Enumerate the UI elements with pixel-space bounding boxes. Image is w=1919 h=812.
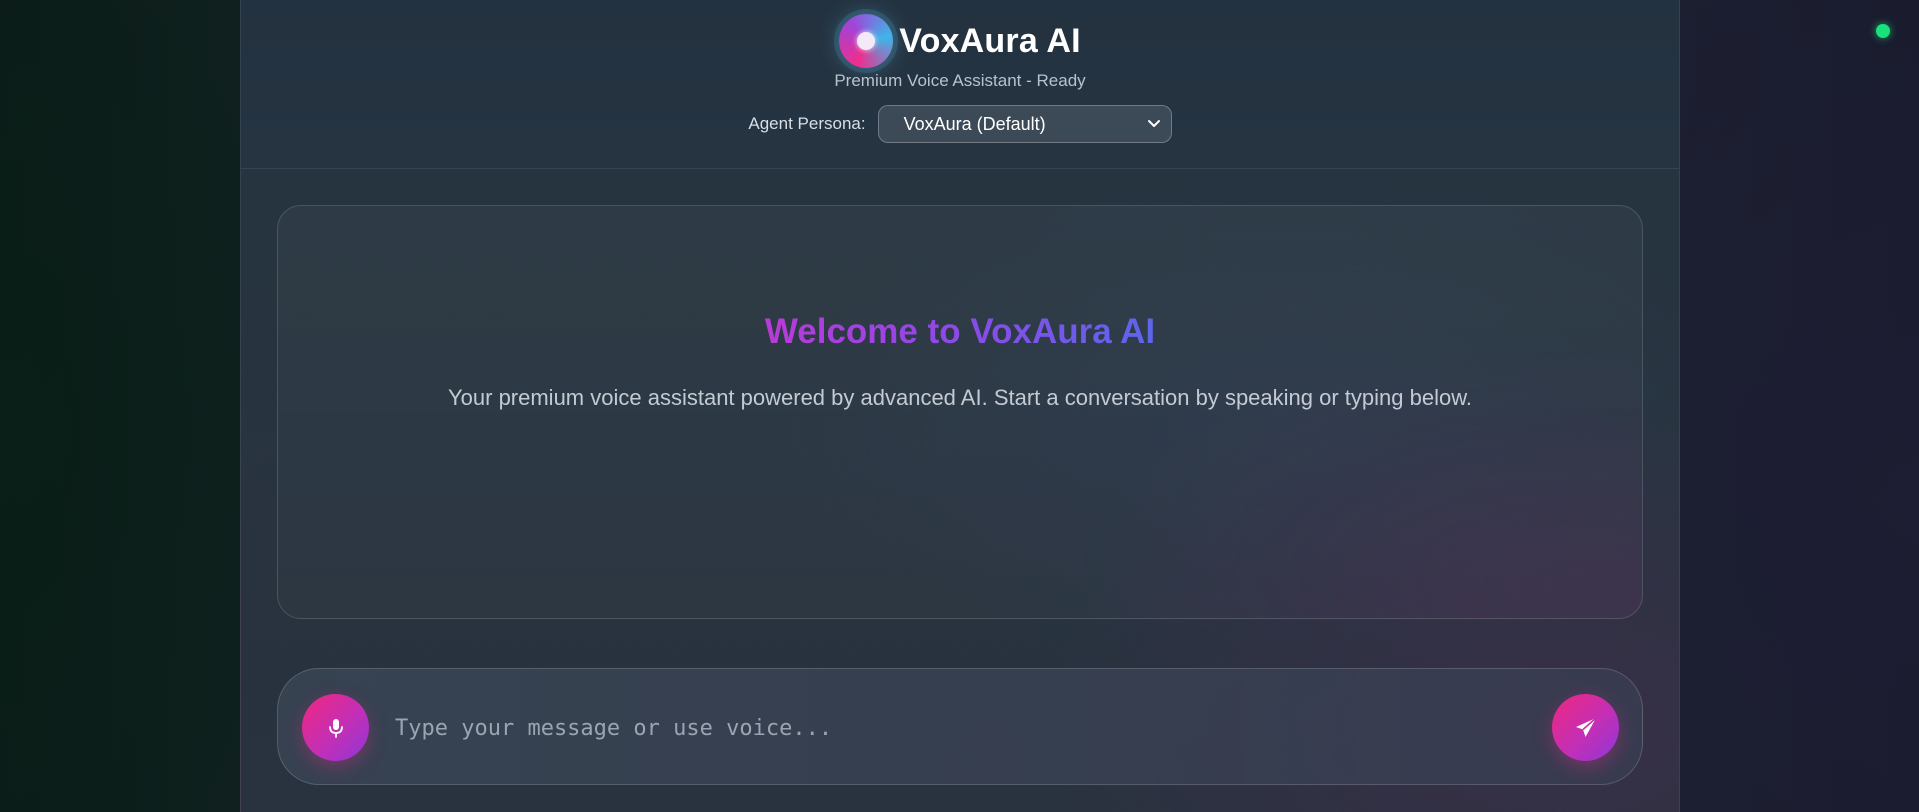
orb-logo-icon (839, 14, 894, 68)
message-composer (277, 668, 1643, 785)
persona-label: Agent Persona: (748, 114, 866, 133)
logo-core (857, 32, 876, 50)
message-input[interactable] (393, 707, 1527, 749)
assistant-status-text: Premium Voice Assistant - Ready (834, 71, 1086, 90)
welcome-title-text: Welcome to VoxAura AI (764, 312, 1156, 351)
microphone-button[interactable] (302, 694, 369, 761)
chevron-down-icon (1147, 120, 1160, 127)
app-header: VoxAura AI Premium Voice Assistant - Rea… (241, 0, 1679, 169)
persona-select[interactable]: VoxAura (Default) (877, 105, 1172, 143)
paper-plane-icon (1575, 716, 1597, 737)
persona-selected-value: VoxAura (Default) (903, 113, 1046, 134)
connection-status-indicator (1876, 24, 1890, 38)
app-panel: VoxAura AI Premium Voice Assistant - Rea… (240, 0, 1680, 812)
microphone-icon (328, 718, 343, 738)
chat-area: Welcome to VoxAura AI Your premium voice… (277, 205, 1643, 619)
send-button[interactable] (1552, 694, 1619, 761)
persona-selector-row: Agent Persona: VoxAura (Default) (241, 104, 1679, 144)
app-title: VoxAura AI (899, 21, 1081, 60)
welcome-message: Your premium voice assistant powered by … (448, 385, 1472, 410)
welcome-title: Welcome to VoxAura AI (278, 312, 1642, 352)
brand: VoxAura AI (241, 12, 1679, 70)
